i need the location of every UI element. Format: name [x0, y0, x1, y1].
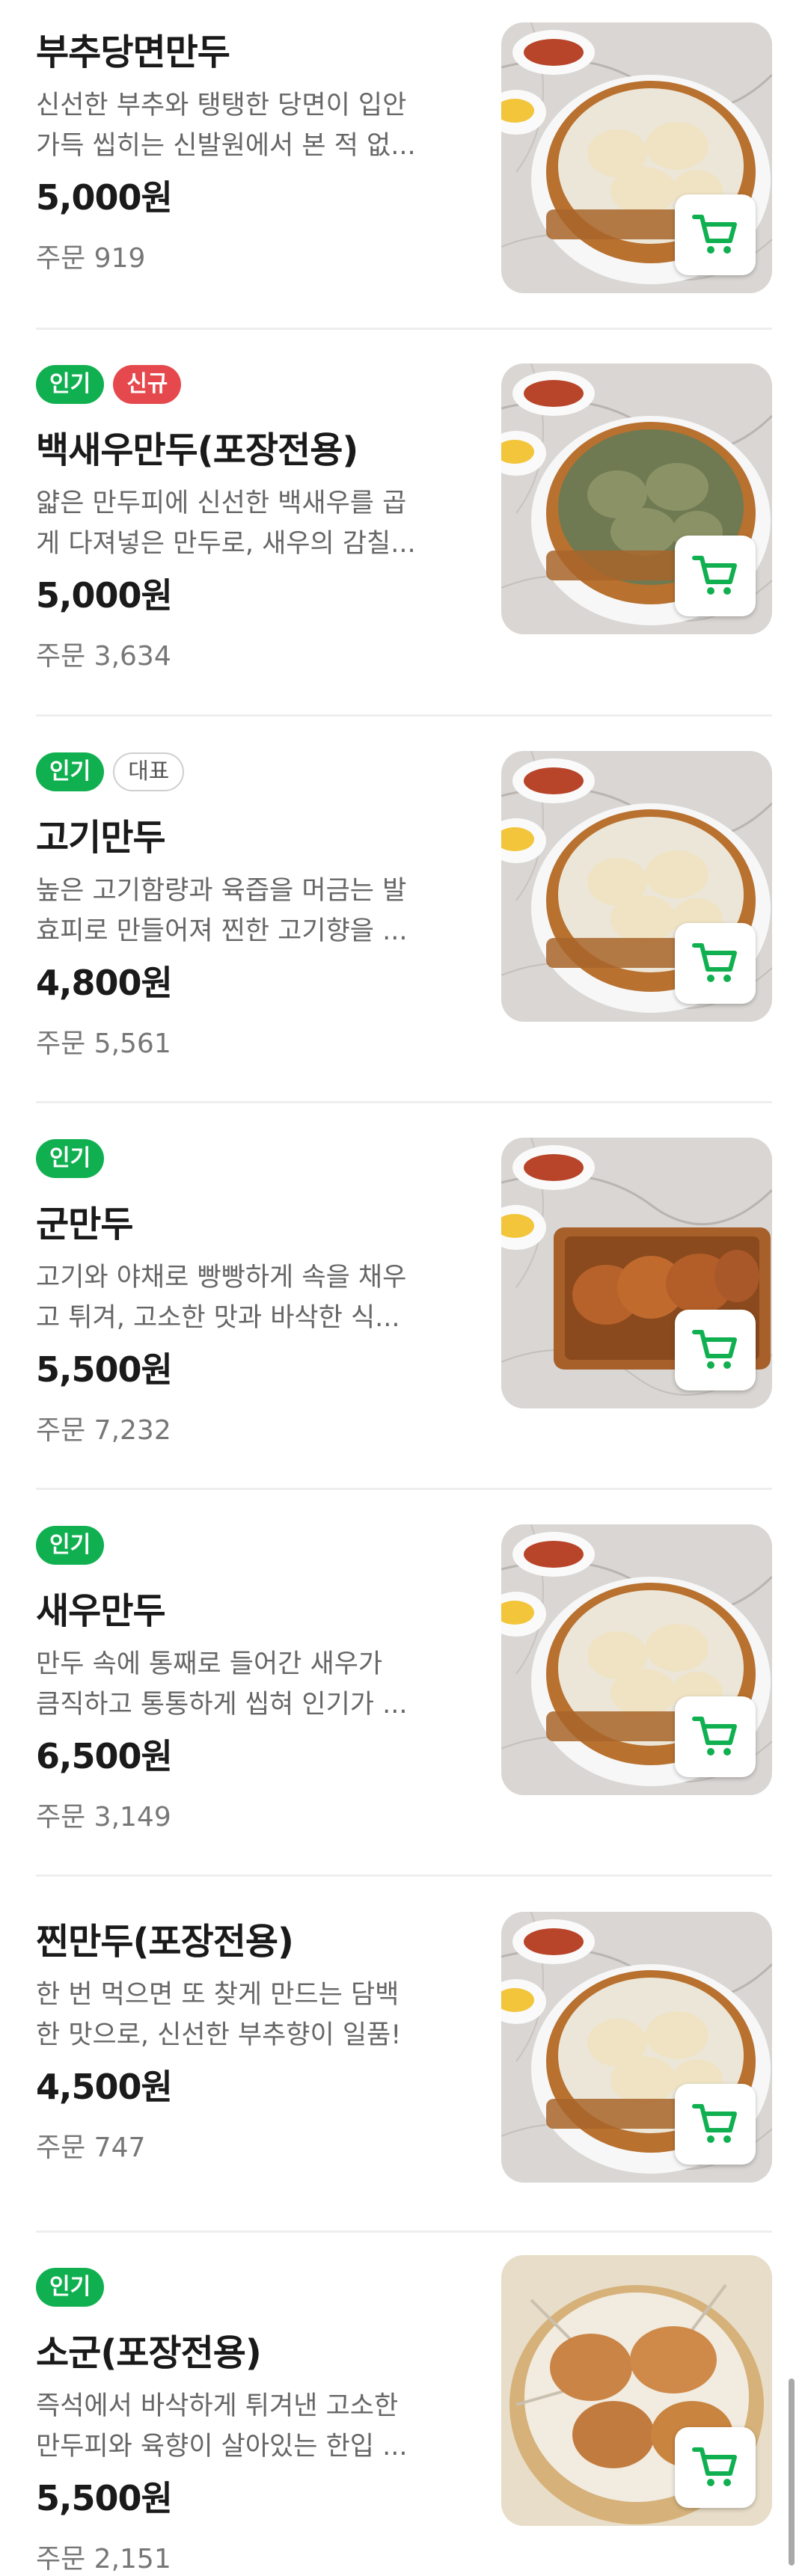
description-line: 얇은 만두피에 신선한 백새우를 곱	[36, 488, 407, 518]
cart-icon	[691, 2445, 739, 2490]
badge-popular: 인기	[36, 2268, 105, 2307]
menu-item-price: 5,500원	[36, 2478, 173, 2518]
order-count: 주문 747	[36, 2132, 146, 2163]
menu-item-image[interactable]	[501, 2255, 772, 2526]
menu-item-description: 얇은 만두피에 신선한 백새우를 곱 게 다져넣은 만두로, 새우의 감칠...	[36, 483, 470, 564]
menu-item-price: 5,500원	[36, 1349, 173, 1390]
menu-item-info: 인기 신규 백새우만두(포장전용) 얇은 만두피에 신선한 백새우를 곱 게 다져넣…	[36, 364, 470, 673]
badge-popular: 인기	[36, 1139, 105, 1178]
description-line: 한 맛으로, 신선한 부추향이 일품!	[36, 2020, 402, 2050]
menu-item-name: 소군(포장전용)	[36, 2332, 262, 2374]
divider	[36, 2230, 772, 2233]
cart-icon	[691, 1328, 739, 1373]
menu-item-image[interactable]	[501, 1912, 772, 2183]
menu-item-price: 4,500원	[36, 2067, 173, 2107]
add-to-cart-button[interactable]	[675, 2427, 756, 2508]
order-count: 주문 2,151	[36, 2544, 171, 2575]
menu-item-description: 즉석에서 바삭하게 튀겨낸 고소한 만두피와 육향이 살아있는 한입 ...	[36, 2386, 470, 2467]
menu-item-info: 인기소군(포장전용) 즉석에서 바삭하게 튀겨낸 고소한 만두피와 육향이 살아…	[36, 2266, 470, 2576]
divider	[36, 1488, 772, 1490]
menu-item-price: 4,800원	[36, 963, 173, 1003]
menu-item-name: 군만두	[36, 1203, 133, 1245]
menu-item-name: 백새우만두(포장전용)	[36, 429, 358, 471]
badge-popular: 인기	[36, 1526, 105, 1565]
menu-item-description: 한 번 먹으면 또 찾게 만드는 담백 한 맛으로, 신선한 부추향이 일품!	[36, 1975, 470, 2055]
divider	[36, 1874, 772, 1877]
badge-row: 인기	[36, 2266, 470, 2308]
menu-item-name: 고기만두	[36, 817, 166, 859]
cart-icon	[691, 1714, 739, 1759]
description-line: 만두 속에 통째로 들어간 새우가	[36, 1649, 383, 1679]
menu-item-name: 찐만두(포장전용)	[36, 1921, 294, 1963]
cart-icon	[691, 941, 739, 986]
divider	[36, 1101, 772, 1103]
menu-item-image[interactable]	[501, 1524, 772, 1795]
menu-item-info: 인기군만두 고기와 야채로 빵빵하게 속을 채우 고 튀겨, 고소한 맛과 바삭…	[36, 1138, 470, 1447]
menu-item-info: 찐만두(포장전용) 한 번 먹으면 또 찾게 만드는 담백 한 맛으로, 신선한…	[36, 1912, 470, 2165]
badge-popular: 인기	[36, 752, 105, 791]
menu-item-info: 인기 대표고기만두 높은 고기함량과 육즙을 머금는 발 효피로 만들어져 찐한 …	[36, 751, 470, 1061]
badge-rep: 대표	[113, 752, 185, 791]
menu-item-description: 고기와 야채로 빵빵하게 속을 채우 고 튀겨, 고소한 맛과 바삭한 식...	[36, 1257, 470, 1338]
menu-item-image[interactable]	[501, 1138, 772, 1408]
description-line: 즉석에서 바삭하게 튀겨낸 고소한	[36, 2391, 399, 2421]
add-to-cart-button[interactable]	[675, 536, 756, 616]
badge-row: 인기	[36, 1524, 470, 1566]
description-line: 고 튀겨, 고소한 맛과 바삭한 식...	[36, 1303, 400, 1333]
add-to-cart-button[interactable]	[675, 1696, 756, 1777]
description-line: 한 번 먹으면 또 찾게 만드는 담백	[36, 1980, 400, 2010]
cart-icon	[691, 553, 739, 598]
menu-item-description: 높은 고기함량과 육즙을 머금는 발 효피로 만들어져 찐한 고기향을 ...	[36, 871, 470, 951]
add-to-cart-button[interactable]	[675, 2084, 756, 2165]
badge-row: 인기	[36, 1138, 470, 1180]
divider	[36, 714, 772, 717]
menu-item-price: 5,000원	[36, 575, 173, 616]
order-count: 주문 3,149	[36, 1802, 171, 1833]
menu-item[interactable]: 인기소군(포장전용) 즉석에서 바삭하게 튀겨낸 고소한 만두피와 육향이 살아…	[0, 0, 808, 2575]
menu-item-info: 인기새우만두 만두 속에 통째로 들어간 새우가 큼직하고 통통하게 씹혀 인기…	[36, 1524, 470, 1834]
menu-item-image[interactable]	[501, 751, 772, 1022]
scrollbar[interactable]	[789, 2379, 795, 2566]
menu-item-image[interactable]	[501, 364, 772, 634]
add-to-cart-button[interactable]	[675, 1310, 756, 1390]
badge-row: 인기 대표	[36, 751, 470, 793]
menu-item-description: 만두 속에 통째로 들어간 새우가 큼직하고 통통하게 씹혀 인기가 ...	[36, 1644, 470, 1725]
menu-item-price: 6,500원	[36, 1736, 173, 1776]
order-count: 주문 3,634	[36, 641, 171, 672]
description-line: 높은 고기함량과 육즙을 머금는 발	[36, 876, 407, 906]
menu-item-name: 새우만두	[36, 1590, 166, 1632]
order-count: 주문 7,232	[36, 1415, 171, 1446]
description-line: 게 다져넣은 만두로, 새우의 감칠...	[36, 529, 416, 559]
cart-icon	[691, 2102, 739, 2147]
description-line: 큼직하고 통통하게 씹혀 인기가 ...	[36, 1690, 408, 1720]
add-to-cart-button[interactable]	[675, 923, 756, 1004]
order-count: 주문 5,561	[36, 1028, 171, 1059]
description-line: 효피로 만들어져 찐한 고기향을 ...	[36, 916, 408, 946]
description-line: 고기와 야채로 빵빵하게 속을 채우	[36, 1263, 407, 1292]
description-line: 만두피와 육향이 살아있는 한입 ...	[36, 2432, 408, 2462]
